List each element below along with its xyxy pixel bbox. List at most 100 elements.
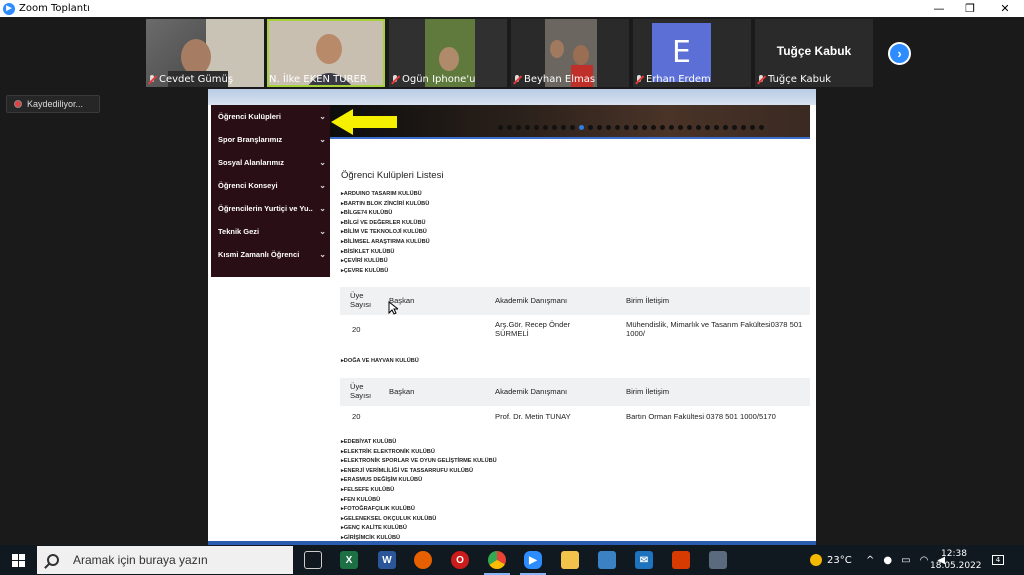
slider-dot[interactable] [651,125,656,130]
club-link[interactable]: ▸FELSEFE KULÜBÜ [341,486,497,496]
club-link[interactable]: ▸BİLİM VE TEKNOLOJİ KULÜBÜ [341,228,430,238]
club-link[interactable]: ▸FOTOĞRAFÇILIK KULÜBÜ [341,505,497,515]
muted-mic-icon [757,74,765,85]
slider-dot[interactable] [516,125,521,130]
slider-dot[interactable] [759,125,764,130]
recording-indicator[interactable]: Kaydediliyor... [6,95,100,113]
slider-dot[interactable] [498,125,503,130]
club-link[interactable]: ▸DOĞA VE HAYVAN KULÜBÜ [341,358,419,364]
club-link[interactable]: ▸ÇEVİRİ KULÜBÜ [341,257,430,267]
slider-dot[interactable] [741,125,746,130]
file-explorer-icon[interactable] [561,551,579,569]
muted-mic-icon [391,74,399,85]
slider-dot[interactable] [588,125,593,130]
slider-dot[interactable] [633,125,638,130]
club-link[interactable]: ▸BİSİKLET KULÜBÜ [341,248,430,258]
cell-contact: Mühendislik, Mimarlık ve Tasarım Fakülte… [626,320,803,338]
participant-tile[interactable]: E Erhan Erdem [633,19,751,87]
taskbar-search[interactable]: Aramak için buraya yazın [37,546,293,574]
slider-dot[interactable] [570,125,575,130]
club-link[interactable]: ▸ENERJİ VERİMLİLİĞİ VE TASSARRUFU KULÜBÜ [341,467,497,477]
participant-tile[interactable]: Tuğçe Kabuk Tuğçe Kabuk [755,19,873,87]
slider-dot[interactable] [579,125,584,130]
chrome-icon[interactable] [484,551,510,575]
zoom-icon[interactable]: ▶ [520,551,546,575]
participant-tile[interactable]: Cevdet Gümüş [146,19,264,87]
slider-dot[interactable] [696,125,701,130]
slider-dots[interactable] [498,125,764,130]
club-link[interactable]: ▸ARDUINO TASARIM KULÜBÜ [341,190,430,200]
club-link[interactable]: ▸BİLGİ VE DEĞERLER KULÜBÜ [341,219,430,229]
slider-dot[interactable] [606,125,611,130]
menu-item-yurtici-yurtdisi[interactable]: Öğrencilerin Yurtiçi ve Yu.. ⌄ [211,197,330,220]
club-link[interactable]: ▸ELEKTRONİK SPORLAR VE OYUN GELİŞTİRME K… [341,457,497,467]
slider-dot[interactable] [624,125,629,130]
slider-dot[interactable] [552,125,557,130]
task-view-icon[interactable] [304,551,322,569]
wifi-icon[interactable]: ◠ [920,555,929,566]
club-link[interactable]: ▸ÇEVRE KULÜBÜ [341,267,430,277]
chevron-down-icon: ⌄ [319,181,326,190]
firefox-icon[interactable] [414,551,432,569]
calculator-icon[interactable] [709,551,727,569]
microphone-icon[interactable]: ● [883,555,892,566]
slider-dot[interactable] [561,125,566,130]
club-link[interactable]: ▸BİLİMSEL ARAŞTIRMA KULÜBÜ [341,238,430,248]
close-button[interactable]: ✕ [988,0,1022,17]
slider-dot[interactable] [534,125,539,130]
club-link[interactable]: ▸BARTIN BLOK ZİNCİRİ KULÜBÜ [341,200,430,210]
next-participants-icon[interactable]: › [888,42,911,65]
office-icon[interactable] [672,551,690,569]
menu-item-sosyal-alanlar[interactable]: Sosyal Alanlarımız ⌄ [211,151,330,174]
club-link[interactable]: ▸BİLGE74 KULÜBÜ [341,209,430,219]
participant-tile[interactable]: Ogün Iphone'u [389,19,507,87]
restore-button[interactable]: ❐ [953,0,987,17]
weather-widget[interactable]: 23°C [810,545,852,575]
slider-dot[interactable] [525,125,530,130]
club-list-b: ▸EDEBİYAT KULÜBÜ ▸ELEKTRİK ELEKTRONİK KU… [341,438,497,544]
club-link[interactable]: ▸EDEBİYAT KULÜBÜ [341,438,497,448]
menu-item-teknik-gezi[interactable]: Teknik Gezi ⌄ [211,220,330,243]
battery-icon[interactable]: ▭ [901,555,910,566]
club-link[interactable]: ▸GELENEKSEL OKÇULUK KULÜBÜ [341,515,497,525]
slider-dot[interactable] [615,125,620,130]
slider-dot[interactable] [507,125,512,130]
menu-item-spor-branslari[interactable]: Spor Branşlarımız ⌄ [211,128,330,151]
excel-icon[interactable]: X [340,551,358,569]
chevron-down-icon: ⌄ [319,204,326,213]
slider-dot[interactable] [705,125,710,130]
slider-dot[interactable] [543,125,548,130]
menu-item-kismi-zamanli[interactable]: Kısmi Zamanlı Öğrenci ⌄ [211,243,330,266]
mail-icon[interactable]: ✉ [635,551,653,569]
menu-item-ogrenci-konseyi[interactable]: Öğrenci Konseyi ⌄ [211,174,330,197]
slider-dot[interactable] [750,125,755,130]
participant-tile[interactable]: Beyhan Elmas [511,19,629,87]
club-link[interactable]: ▸GENÇ KALİTE KULÜBÜ [341,524,497,534]
cell-members: 20 [352,412,361,421]
banner-divider [330,137,810,139]
slider-dot[interactable] [642,125,647,130]
menu-item-ogrenci-kulupleri[interactable]: Öğrenci Kulüpleri ⌄ [211,105,330,128]
header-members: Üye Sayısı [350,291,372,309]
start-button[interactable] [0,545,36,575]
slider-dot[interactable] [687,125,692,130]
slider-dot[interactable] [678,125,683,130]
slider-dot[interactable] [723,125,728,130]
club-link[interactable]: ▸FEN KULÜBÜ [341,496,497,506]
participant-tile-active[interactable]: N. İlke EKEN TURER [267,19,385,87]
store-icon[interactable] [598,551,616,569]
word-icon[interactable]: W [378,551,396,569]
slider-dot[interactable] [597,125,602,130]
slider-dot[interactable] [714,125,719,130]
taskbar-clock[interactable]: 12:38 18.05.2022 [930,548,982,572]
club-link[interactable]: ▸ERASMUS DEĞİŞİM KULÜBÜ [341,476,497,486]
slider-dot[interactable] [660,125,665,130]
minimize-button[interactable]: — [922,0,956,17]
slider-dot[interactable] [669,125,674,130]
club-link[interactable]: ▸ELEKTRİK ELEKTRONİK KULÜBÜ [341,448,497,458]
opera-icon[interactable]: O [451,551,469,569]
search-icon [47,554,59,566]
slider-dot[interactable] [732,125,737,130]
notification-center[interactable]: 4 [992,545,1004,575]
tray-chevron-icon[interactable]: ^ [866,555,874,566]
